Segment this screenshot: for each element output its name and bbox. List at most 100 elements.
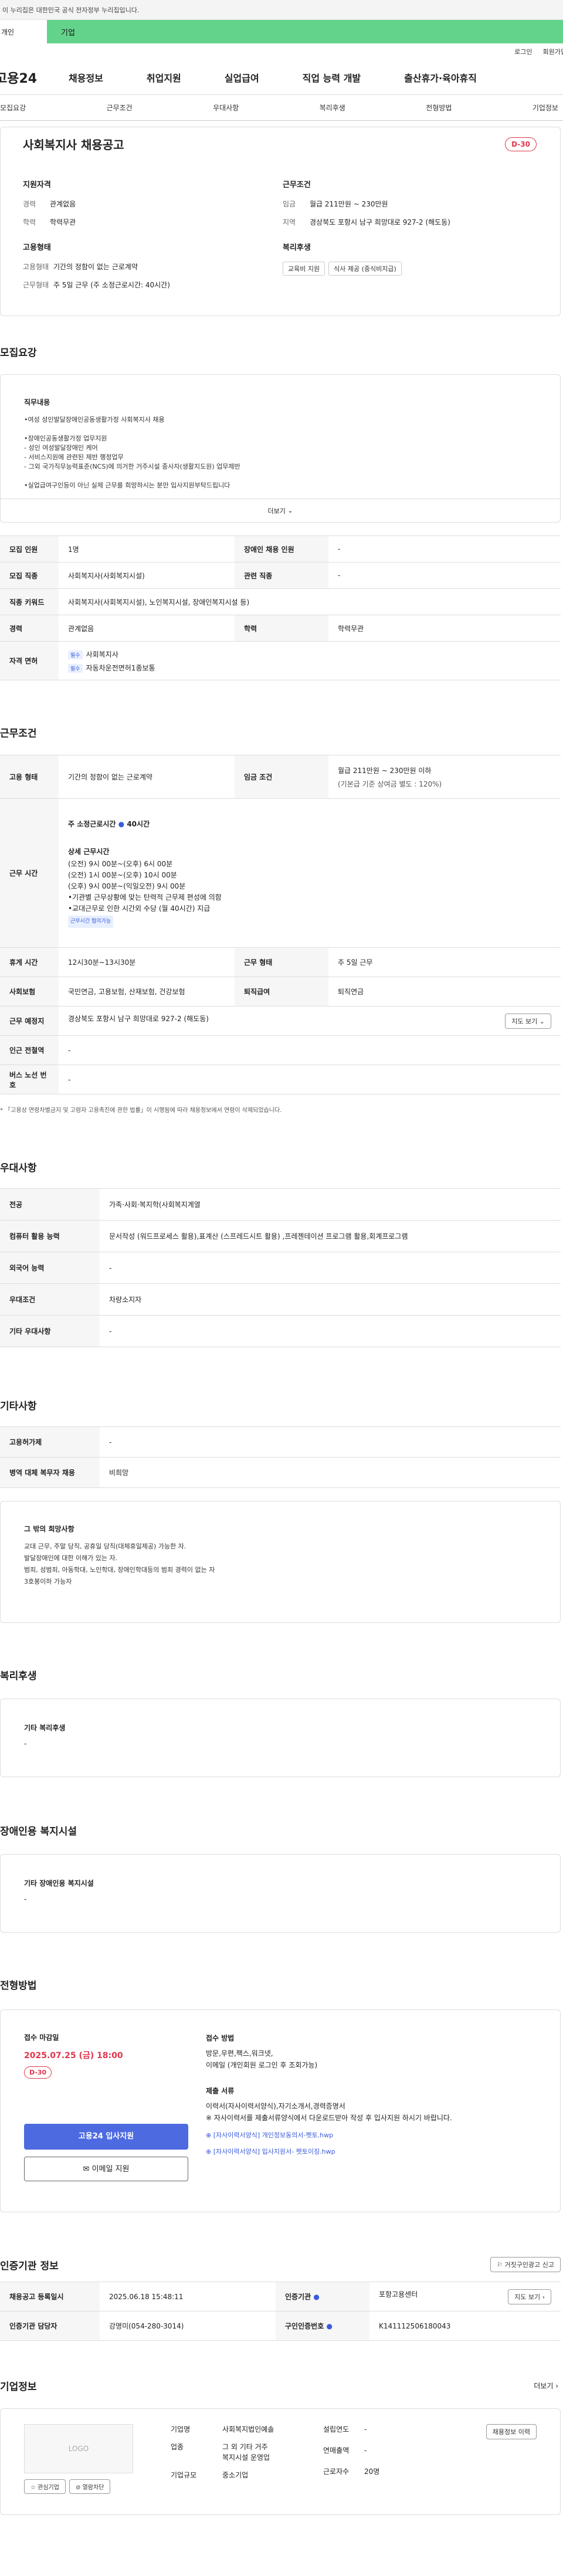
required-tag: 필수 — [68, 663, 83, 673]
info-icon[interactable]: ● — [118, 820, 124, 828]
file-link[interactable]: ⊕ [자사이력서양식] 개인정보동의서-펫토.hwp — [206, 2130, 537, 2141]
map-button[interactable]: 지도 보기 › — [508, 2289, 551, 2304]
gov-banner: 이 누리집은 대한민국 공식 전자정부 누리집입니다. — [0, 0, 563, 20]
disability-box-heading: 기타 장애인용 복지시설 — [24, 1879, 94, 1887]
anchor-preference[interactable]: 우대사항 — [213, 103, 239, 113]
text-line: •실업급여구인등이 아닌 실제 근무를 희망하시는 분만 입사지원부탁드립니다 — [24, 482, 230, 489]
emp-heading: 고용형태 — [23, 243, 51, 252]
welfare-box-heading: 기타 복리후생 — [24, 1724, 66, 1732]
cell-value: 비희망 — [100, 1457, 561, 1488]
info-icon[interactable]: ● — [326, 2322, 332, 2330]
cell-head: 근무 예정지 — [0, 1006, 59, 1036]
section-title-selection: 전형방법 — [0, 1980, 37, 1992]
text-line: •장애인공동생활가정 업무지원 — [24, 435, 107, 442]
file-name: [자사이력서양식] 입사지원서- 펫토이징.hwp — [213, 2148, 335, 2155]
cell-head: 인근 전철역 — [0, 1035, 59, 1065]
chevron-down-icon: ⌄ — [287, 507, 293, 514]
org-cell: 포항고용센터 지도 보기 › — [369, 2282, 561, 2311]
hours-value: 주 5일 근무 (주 소정근로시간: 40시간) — [53, 281, 170, 289]
loc-value: 경상북도 포항시 남구 희망대로 927-2 (해도동) — [310, 218, 450, 226]
duty-heading: 직무내용 — [24, 398, 50, 406]
place-cell: 경상북도 포항시 남구 희망대로 927-2 (해도동) 지도 보기 ⌄ — [59, 1006, 561, 1036]
cell-value: - — [59, 1035, 561, 1065]
chevron-down-icon: ⌄ — [539, 1017, 545, 1025]
block-label: 열람차단 — [82, 2485, 104, 2491]
cell-head: 근무 형태 — [235, 947, 328, 977]
place-value: 경상북도 포항시 남구 희망대로 927-2 (해도동) — [68, 1014, 209, 1023]
file-link[interactable]: ⊕ [자사이력서양식] 입사지원서- 펫토이징.hwp — [206, 2146, 537, 2158]
gnb-jobs[interactable]: 채용정보 — [69, 70, 103, 84]
company-box: LOGO ☆ 관심기업 ⊘ 열람차단 기업명 사회복지법인예솔 업종 그 외 기타 … — [0, 2408, 561, 2515]
selection-box: 접수 마감일 2025.07.25 (금) 18:00 D-30 고용24 입사… — [0, 2009, 561, 2212]
email-apply-button[interactable]: ✉ 이메일 지원 — [24, 2157, 188, 2181]
cell-head: 직종 키워드 — [0, 588, 59, 615]
hours-label: 근무형태 — [23, 281, 49, 289]
cell-head: 휴게 시간 — [0, 947, 59, 977]
cell-value: 기간의 정함이 없는 근로계약 — [59, 755, 235, 799]
req-heading: 지원자격 — [23, 181, 51, 189]
disability-box-value: - — [24, 1895, 27, 1903]
org-value: 포항고용센터 — [379, 2290, 418, 2299]
cell-head: 병역 대체 복무자 채용 — [0, 1457, 100, 1488]
anchor-selection[interactable]: 전형방법 — [426, 103, 452, 113]
cell-value: 퇴직연금 — [328, 977, 561, 1006]
cell-head: 학력 — [235, 615, 328, 642]
text-line: (오후) 9시 00분~(익일오전) 9시 00분 — [68, 882, 186, 890]
report-button[interactable]: ⚐ 거짓구인광고 신고 — [490, 2257, 561, 2272]
text-line — [24, 472, 537, 481]
company-name: 사회복지법인예솔 — [222, 2425, 274, 2433]
anchor-condition[interactable]: 근무조건 — [107, 103, 133, 113]
preference-table: 전공 가족·사회·복지학(사회복지계열 컴퓨터 활용 능력 문서작성 (워드프로세스… — [0, 1188, 561, 1347]
cell-head: 고용 형태 — [0, 755, 59, 799]
recruit-table: 모집 인원 1명 장애인 채용 인원 - 모집 직종 사회복지사(사회복지시설) 관련 직… — [0, 535, 561, 680]
company-more-link[interactable]: 더보기 › — [534, 2381, 558, 2391]
anchor-welfare[interactable]: 복리후생 — [320, 103, 345, 113]
edu-label: 학력 — [23, 218, 36, 226]
cell-value: 2025.06.18 15:48:11 — [100, 2282, 276, 2311]
block-button[interactable]: ⊘ 열람차단 — [69, 2479, 111, 2494]
wage-label: 임금 — [283, 200, 296, 208]
hire-history-button[interactable]: 채용정보 이력 — [486, 2424, 537, 2439]
welfare-chip: 식사 제공 (중식비지급) — [328, 262, 402, 276]
cell-value: - — [328, 535, 561, 562]
anchor-company[interactable]: 기업정보 — [533, 103, 558, 113]
gnb-unemployment[interactable]: 실업급여 — [225, 70, 259, 84]
company-logo: LOGO — [24, 2424, 133, 2473]
signup-link[interactable]: 회원가입 — [543, 47, 563, 56]
wage-value: 월급 211만원 ~ 230만원 — [310, 200, 388, 208]
age-note: * 「고용상 연령차별금지 및 고령자 고용촉진에 관한 법률」이 시행됨에 따… — [0, 1107, 282, 1114]
tab-personal[interactable]: 개인 — [0, 20, 47, 43]
license-item: 자동차운전면허1종보통 — [86, 663, 155, 672]
map-label: 지도 보기 — [511, 1017, 538, 1025]
login-link[interactable]: 로그인 — [514, 47, 532, 56]
gnb-employment-support[interactable]: 취업지원 — [147, 70, 181, 84]
gnb-training[interactable]: 직업 능력 개발 — [303, 70, 361, 84]
wish-heading: 그 밖의 희망사항 — [24, 1525, 74, 1533]
site-logo[interactable]: 고용24 — [0, 68, 69, 87]
apply-button[interactable]: 고용24 입사지원 — [24, 2124, 188, 2150]
info-icon[interactable]: ● — [313, 2293, 319, 2301]
chevron-right-icon: › — [555, 2382, 558, 2390]
welfare-heading: 복리후생 — [283, 243, 311, 252]
map-button[interactable]: 지도 보기 ⌄ — [505, 1013, 551, 1029]
time-cell: 주 소정근로시간 ● 40시간 상세 근무시간 (오전) 9시 00분~(오후)… — [59, 798, 561, 948]
wish-lines: 교대 근무, 주말 당직, 공휴일 당직(대체휴일제공) 가능한 자. 발달장애인… — [24, 1541, 537, 1588]
chevron-right-icon: › — [542, 2293, 545, 2301]
section-title-disability: 장애인용 복지시설 — [0, 1826, 77, 1838]
gov-banner-text: 이 누리집은 대한민국 공식 전자정부 누리집입니다. — [2, 6, 140, 14]
employees-label: 근로자수 — [323, 2467, 350, 2476]
revenue-label: 연매출액 — [323, 2446, 350, 2455]
tab-company[interactable]: 기업 — [47, 20, 563, 43]
anchor-recruit[interactable]: 모집요강 — [0, 103, 26, 113]
section-title-company: 기업정보 — [0, 2381, 37, 2393]
founded-label: 설립연도 — [323, 2425, 350, 2433]
gnb-leave[interactable]: 출산휴가·육아휴직 — [404, 70, 477, 84]
more-button[interactable]: 더보기 ⌄ — [1, 499, 560, 522]
favorite-button[interactable]: ☆ 관심기업 — [24, 2479, 66, 2494]
docs-heading: 제출 서류 — [206, 2087, 235, 2095]
download-icon: ⊕ — [206, 2131, 212, 2139]
dday-badge: D-30 — [505, 137, 537, 151]
method-line: 방문,우편,팩스,워크넷, — [206, 2049, 273, 2058]
text-line: (오전) 9시 00분~(오후) 6시 00분 — [68, 859, 173, 868]
cell-value: 주 5일 근무 — [328, 947, 561, 977]
